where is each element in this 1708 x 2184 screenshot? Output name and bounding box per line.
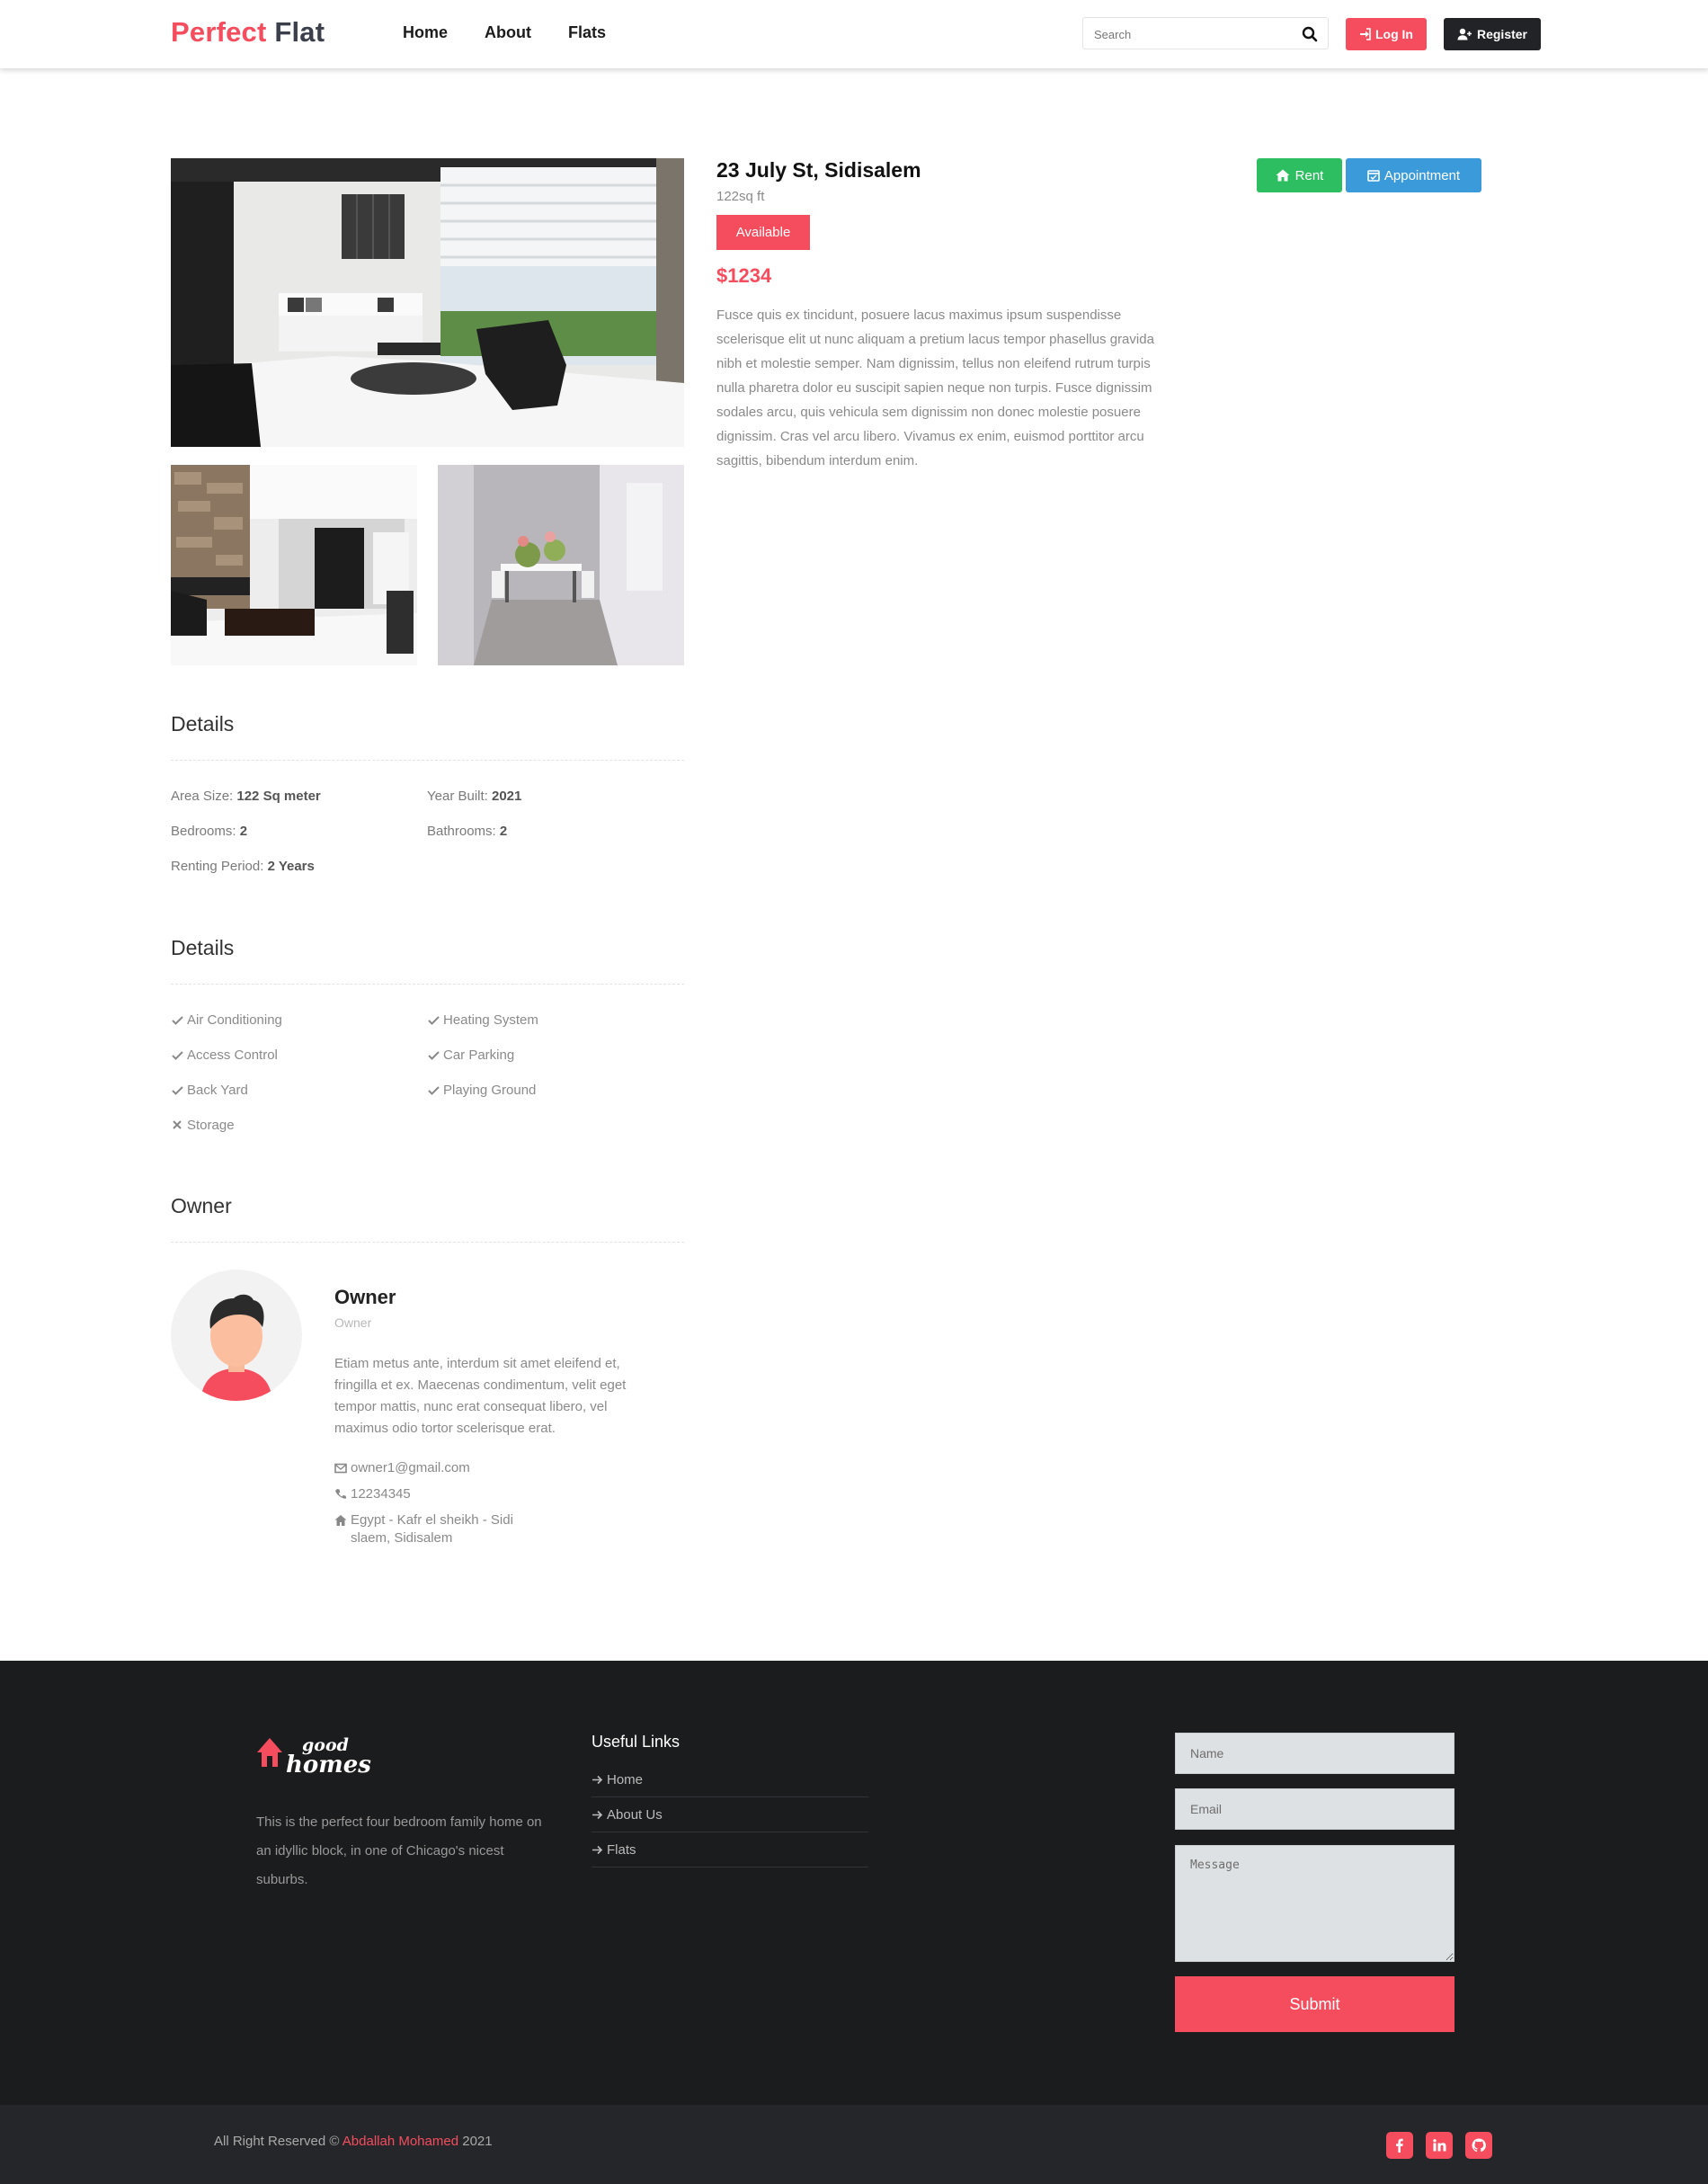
nav-link-home[interactable]: Home xyxy=(403,23,448,42)
rent-button[interactable]: Rent xyxy=(1257,158,1342,192)
detail-year-built: Year Built: 2021 xyxy=(427,789,522,804)
top-navbar: Perfect Flat Home About Flats Log In Reg… xyxy=(0,0,1708,68)
detail-bedrooms: Bedrooms: 2 xyxy=(171,824,248,839)
appointment-button[interactable]: Appointment xyxy=(1346,158,1481,192)
detail-renting-period: Renting Period: 2 Years xyxy=(171,859,315,874)
owner-email[interactable]: owner1@gmail.com xyxy=(334,1459,470,1477)
lounge-image xyxy=(171,465,417,665)
check-icon xyxy=(428,1086,440,1095)
home-icon xyxy=(334,1515,347,1526)
feature-item: Car Parking xyxy=(427,1047,514,1063)
nav-link-flats[interactable]: Flats xyxy=(568,23,606,42)
rent-button-label: Rent xyxy=(1294,167,1324,183)
owner-address: Egypt - Kafr el sheikh - Sidi slaem, Sid… xyxy=(334,1511,541,1547)
section-divider xyxy=(171,760,684,761)
property-size: 122sq ft xyxy=(716,189,765,204)
property-price: $1234 xyxy=(716,264,772,287)
linkedin-link[interactable] xyxy=(1426,2132,1453,2159)
status-badge: Available xyxy=(716,215,810,250)
envelope-icon xyxy=(334,1463,347,1474)
facebook-link[interactable] xyxy=(1386,2132,1413,2159)
home-icon xyxy=(1276,169,1290,182)
feature-item: Back Yard xyxy=(171,1083,248,1098)
main-nav: Home About Flats xyxy=(403,23,606,42)
search-box xyxy=(1082,17,1329,49)
feature-item: Storage xyxy=(171,1118,235,1133)
calendar-check-icon xyxy=(1367,170,1380,182)
register-button-label: Register xyxy=(1476,27,1528,41)
facebook-icon xyxy=(1396,2138,1403,2153)
details-section-title: Details xyxy=(171,712,235,735)
flat-main-photo[interactable] xyxy=(171,158,684,447)
check-icon xyxy=(172,1051,183,1060)
owner-name: Owner xyxy=(334,1286,396,1308)
owner-section-title: Owner xyxy=(171,1194,232,1217)
footer-link-about-us[interactable]: About Us xyxy=(592,1797,868,1832)
linkedin-icon xyxy=(1433,2139,1446,2152)
living-room-image xyxy=(171,158,684,447)
github-icon xyxy=(1472,2138,1486,2153)
features-section-title: Details xyxy=(171,936,235,959)
arrow-right-icon xyxy=(592,1810,603,1819)
feature-item: Playing Ground xyxy=(427,1083,536,1098)
feature-item: Air Conditioning xyxy=(171,1012,282,1028)
login-button[interactable]: Log In xyxy=(1346,18,1427,50)
phone-icon xyxy=(335,1489,347,1499)
contact-message-textarea[interactable] xyxy=(1175,1845,1454,1962)
copyright-text: All Right Reserved © Abdallah Mohamed 20… xyxy=(214,2134,493,2149)
property-title: 23 July St, Sidisalem xyxy=(716,158,921,182)
detail-bathrooms: Bathrooms: 2 xyxy=(427,824,508,839)
search-input[interactable] xyxy=(1094,25,1292,43)
user-plus-icon xyxy=(1457,28,1472,40)
brand-name-part1: Perfect xyxy=(171,16,267,48)
check-icon xyxy=(172,1016,183,1025)
contact-email-input[interactable] xyxy=(1175,1788,1454,1830)
owner-phone[interactable]: 12234345 xyxy=(334,1485,411,1503)
house-logo-icon: good homes xyxy=(257,1735,371,1778)
footer-link-flats[interactable]: Flats xyxy=(592,1832,868,1868)
cross-icon xyxy=(173,1120,182,1129)
owner-bio: Etiam metus ante, interdum sit amet elei… xyxy=(334,1356,627,1436)
login-button-label: Log In xyxy=(1375,27,1413,41)
check-icon xyxy=(428,1016,440,1025)
arrow-right-icon xyxy=(592,1845,603,1854)
footer-link-home[interactable]: Home xyxy=(592,1762,868,1797)
feature-item: Heating System xyxy=(427,1012,538,1028)
useful-links-title: Useful Links xyxy=(592,1733,681,1751)
nav-link-about[interactable]: About xyxy=(485,23,531,42)
person-avatar-icon xyxy=(200,1294,272,1401)
check-icon xyxy=(172,1086,183,1095)
owner-avatar xyxy=(171,1270,302,1401)
brand-name-part2: Flat xyxy=(274,16,325,48)
owner-role: Owner xyxy=(334,1315,372,1330)
section-divider xyxy=(171,1242,684,1243)
detail-area-size: Area Size: 122 Sq meter xyxy=(171,789,321,804)
feature-item: Access Control xyxy=(171,1047,278,1063)
arrow-right-icon xyxy=(592,1775,603,1784)
flat-thumbnail-photo[interactable] xyxy=(438,465,684,665)
sign-in-icon xyxy=(1360,28,1371,40)
register-button[interactable]: Register xyxy=(1444,18,1541,50)
search-icon[interactable] xyxy=(1301,25,1319,43)
contact-name-input[interactable] xyxy=(1175,1733,1454,1774)
property-description: Fusce quis ex tincidunt, posuere lacus m… xyxy=(716,308,1154,468)
footer-logo[interactable]: good homes xyxy=(255,1731,381,1778)
copyright-author-link[interactable]: Abdallah Mohamed xyxy=(342,2134,458,2149)
footer-about-text: This is the perfect four bedroom family … xyxy=(256,1814,542,1887)
brand-logo[interactable]: Perfect Flat xyxy=(171,16,325,49)
patio-image xyxy=(438,465,684,665)
github-link[interactable] xyxy=(1465,2132,1492,2159)
appointment-button-label: Appointment xyxy=(1383,167,1461,183)
flat-thumbnail-photo[interactable] xyxy=(171,465,417,665)
check-icon xyxy=(428,1051,440,1060)
section-divider xyxy=(171,984,684,985)
svg-text:homes: homes xyxy=(286,1752,371,1778)
contact-submit-button[interactable]: Submit xyxy=(1175,1976,1454,2032)
